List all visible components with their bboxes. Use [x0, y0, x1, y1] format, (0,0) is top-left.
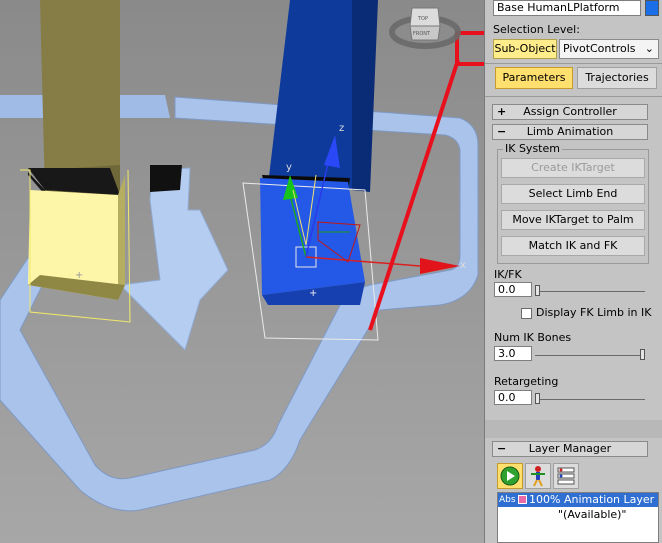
tab-trajectories[interactable]: Trajectories [577, 67, 657, 89]
move-iktarget-to-palm-button[interactable]: Move IKTarget to Palm [501, 210, 645, 230]
tab-parameters[interactable]: Parameters [495, 67, 573, 89]
display-fk-checkbox[interactable] [521, 308, 532, 319]
svg-text:+: + [309, 288, 317, 299]
layer-list: Abs 100% Animation Layer "(Available)" [497, 492, 659, 543]
sub-object-button[interactable]: Sub-Object [493, 39, 557, 59]
svg-text:+: + [75, 270, 83, 281]
abs-badge: Abs [499, 495, 516, 505]
ikfk-slider-track[interactable] [535, 291, 645, 292]
object-color-swatch[interactable] [645, 0, 659, 16]
object-name-field[interactable]: Base HumanLPlatform [493, 0, 641, 16]
viewcube-front-label: FRONT [413, 31, 431, 37]
layer-figure-button[interactable] [525, 463, 551, 489]
selection-level-label: Selection Level: [493, 23, 580, 36]
chevron-down-icon: ⌄ [644, 42, 654, 55]
rollout-assign-controller[interactable]: + Assign Controller [492, 104, 648, 120]
selection-level-dropdown-value: PivotControls [563, 42, 636, 55]
retargeting-slider-thumb[interactable] [535, 393, 540, 404]
layer-row[interactable]: Abs 100% Animation Layer [498, 493, 658, 507]
display-fk-label: Display FK Limb in IK [536, 306, 652, 319]
num-ik-bones-slider-track[interactable] [535, 355, 645, 356]
arrow-shadow [150, 165, 182, 192]
biped-figure-icon [531, 466, 545, 487]
ikfk-slider-thumb[interactable] [535, 285, 540, 296]
layer-list-icon [557, 467, 575, 485]
retargeting-field[interactable]: 0.0 [494, 390, 532, 405]
rollout-assign-controller-label: Assign Controller [523, 105, 617, 118]
num-ik-bones-field[interactable]: 3.0 [494, 346, 532, 361]
layer-color-swatch[interactable] [518, 495, 527, 504]
create-iktarget-button[interactable]: Create IKTarget [501, 158, 645, 178]
rollout-limb-animation-label: Limb Animation [526, 125, 614, 138]
viewport-3d[interactable]: + + y z x TOP FRONT [0, 0, 484, 543]
play-layer-button[interactable] [497, 463, 523, 489]
collapse-icon: − [497, 442, 507, 455]
rollout-layer-manager-label: Layer Manager [528, 442, 612, 455]
expand-icon: + [497, 105, 507, 118]
layer-name: 100% Animation Layer [529, 493, 655, 506]
match-ik-fk-button[interactable]: Match IK and FK [501, 236, 645, 256]
command-panel: Base HumanLPlatform Selection Level: Sub… [484, 0, 662, 543]
selection-level-dropdown[interactable]: PivotControls ⌄ [559, 39, 659, 59]
axis-label-y: y [286, 162, 292, 173]
ikfk-label: IK/FK [494, 268, 522, 281]
play-icon [500, 466, 520, 486]
rollout-limb-animation[interactable]: − Limb Animation [492, 124, 648, 140]
available-layer-text: "(Available)" [558, 508, 627, 521]
collapse-icon: − [497, 125, 507, 138]
num-ik-bones-label: Num IK Bones [494, 331, 572, 344]
num-ik-bones-slider-thumb[interactable] [640, 349, 645, 360]
blue-control-box [260, 178, 365, 295]
rollout-layer-manager[interactable]: − Layer Manager [492, 441, 648, 457]
retargeting-slider-track[interactable] [535, 399, 645, 400]
viewcube-top-label: TOP [417, 16, 428, 22]
axis-label-z: z [339, 123, 344, 134]
ikfk-field[interactable]: 0.0 [494, 282, 532, 297]
select-limb-end-button[interactable]: Select Limb End [501, 184, 645, 204]
retargeting-label: Retargeting [494, 375, 559, 388]
viewport-scene: + + y z x TOP FRONT [0, 0, 484, 543]
ik-system-label: IK System [503, 142, 562, 155]
axis-label-x: x [460, 260, 466, 271]
layer-list-button[interactable] [553, 463, 579, 489]
rollout-separator [485, 420, 662, 438]
left-pillar [40, 0, 120, 195]
